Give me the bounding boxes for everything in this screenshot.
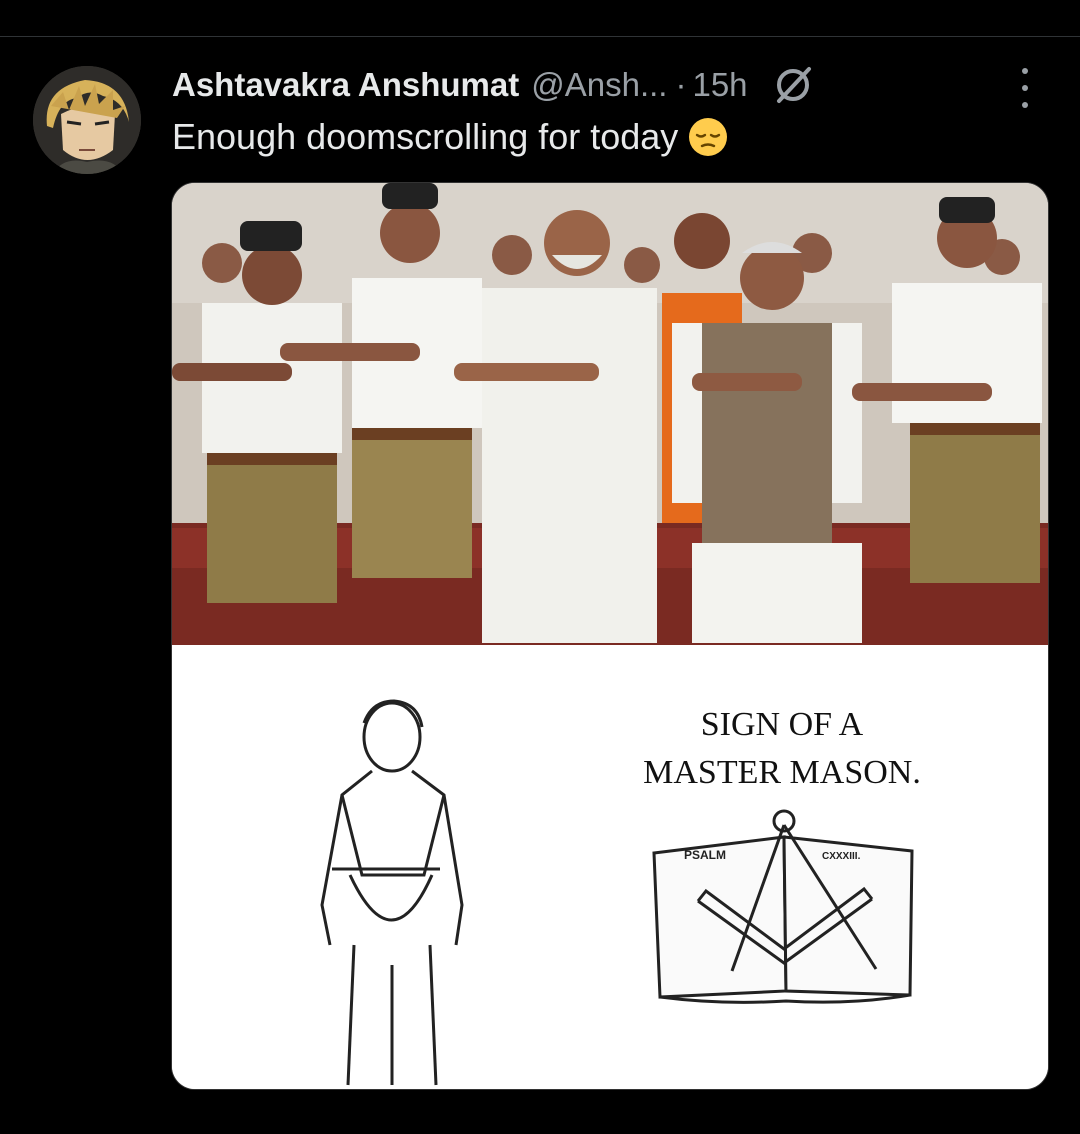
post-media[interactable]: PSALM CXXXIII. SIGN OF A MASTER MASON. bbox=[171, 182, 1049, 1090]
author-name[interactable]: Ashtavakra Anshumat bbox=[172, 66, 519, 104]
grok-icon[interactable] bbox=[770, 62, 816, 108]
author-handle[interactable]: @Ansh... bbox=[531, 66, 667, 104]
book-right-label: CXXXIII. bbox=[822, 851, 861, 862]
avatar[interactable] bbox=[33, 66, 141, 174]
pensive-face-emoji-icon bbox=[689, 118, 728, 156]
master-mason-illustration: PSALM CXXXIII. SIGN OF A MASTER MASON. bbox=[172, 645, 1048, 1089]
post-time[interactable]: 15h bbox=[692, 66, 747, 104]
separator-dot: · bbox=[675, 66, 687, 103]
bible-square-compass-icon bbox=[652, 809, 914, 1004]
more-options-icon[interactable] bbox=[1008, 68, 1042, 108]
salute-photo bbox=[172, 183, 1048, 645]
post-text-row: Enough doomscrolling for today bbox=[172, 116, 728, 158]
book-left-label: PSALM bbox=[684, 848, 726, 862]
sign-line-2: MASTER MASON. bbox=[643, 754, 921, 791]
post-header: Ashtavakra Anshumat @Ansh... · 15h bbox=[172, 64, 816, 106]
avatar-anime-portrait bbox=[33, 66, 141, 174]
sign-caption: SIGN OF A MASTER MASON. bbox=[592, 701, 972, 797]
post-text: Enough doomscrolling for today bbox=[172, 116, 679, 157]
sign-line-1: SIGN OF A bbox=[700, 706, 864, 743]
top-bar bbox=[0, 0, 1080, 37]
